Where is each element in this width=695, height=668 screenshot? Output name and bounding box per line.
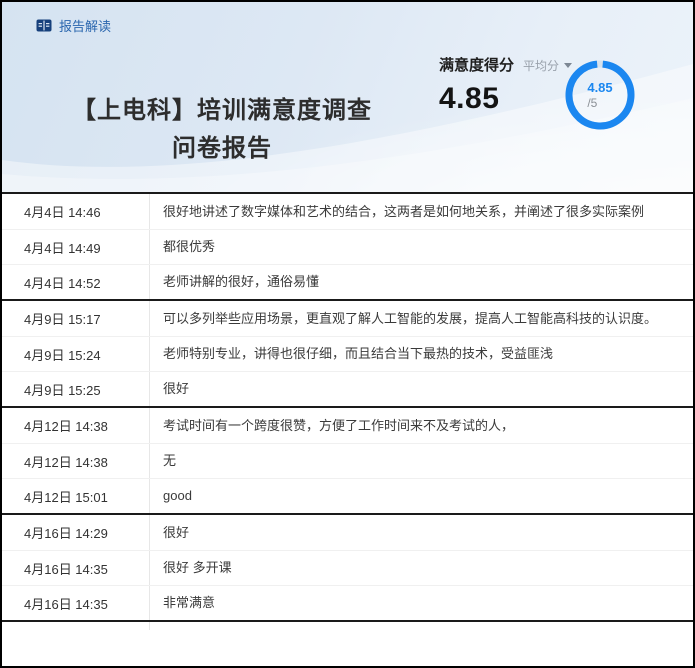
table-row: 4月4日 14:46 很好地讲述了数字媒体和艺术的结合，这两者是如何地关系，并阐… — [2, 194, 693, 229]
feedback-group-apr4: 4月4日 14:46 很好地讲述了数字媒体和艺术的结合，这两者是如何地关系，并阐… — [2, 192, 693, 299]
row-timestamp: 4月12日 15:01 — [2, 479, 150, 513]
row-timestamp: 4月16日 14:35 — [2, 551, 150, 585]
report-title-line2: 问卷报告 — [30, 130, 414, 168]
report-book-icon — [36, 19, 52, 32]
report-header: 报告解读 【上电科】培训满意度调查 问卷报告 满意度得分 平均分 4.85 — [2, 2, 693, 192]
row-comment: 考试时间有一个跨度很赞，方便了工作时间来不及考试的人， — [150, 409, 693, 443]
table-row: 4月9日 15:24 老师特别专业，讲得也很仔细，而且结合当下最热的技术，受益匪… — [2, 336, 693, 371]
report-title-line1: 【上电科】培训满意度调查 — [30, 92, 414, 130]
table-row: 4月12日 15:01 good — [2, 478, 693, 513]
row-comment: 都很优秀 — [150, 230, 693, 264]
score-mode-label: 平均分 — [523, 57, 559, 74]
report-window: 报告解读 【上电科】培训满意度调查 问卷报告 满意度得分 平均分 4.85 — [0, 0, 695, 668]
row-comment: 很好地讲述了数字媒体和艺术的结合，这两者是如何地关系，并阐述了很多实际案例 — [150, 195, 693, 229]
table-row: 4月16日 14:29 很好 — [2, 515, 693, 550]
table-row: 4月9日 15:25 很好 — [2, 371, 693, 406]
donut-score-value: 4.85 — [587, 80, 612, 96]
row-timestamp: 4月16日 14:35 — [2, 586, 150, 620]
partial-time-cell — [2, 622, 150, 630]
table-row: 4月16日 14:35 很好 多开课 — [2, 550, 693, 585]
breadcrumb-label: 报告解读 — [59, 16, 111, 35]
table-row: 4月9日 15:17 可以多列举些应用场景，更直观了解人工智能的发展，提高人工智… — [2, 301, 693, 336]
table-row: 4月4日 14:52 老师讲解的很好，通俗易懂 — [2, 264, 693, 299]
score-label: 满意度得分 — [439, 54, 514, 75]
row-comment: 很好 多开课 — [150, 551, 693, 585]
row-comment: 可以多列举些应用场景，更直观了解人工智能的发展，提高人工智能高科技的认识度。 — [150, 302, 693, 336]
row-timestamp: 4月9日 15:24 — [2, 337, 150, 371]
table-row: 4月12日 14:38 考试时间有一个跨度很赞，方便了工作时间来不及考试的人， — [2, 408, 693, 443]
row-comment: good — [150, 479, 693, 513]
feedback-table: 4月4日 14:46 很好地讲述了数字媒体和艺术的结合，这两者是如何地关系，并阐… — [2, 192, 693, 630]
row-timestamp: 4月12日 14:38 — [2, 408, 150, 443]
donut-score-denominator: /5 — [587, 96, 597, 111]
feedback-group-apr12: 4月12日 14:38 考试时间有一个跨度很赞，方便了工作时间来不及考试的人， … — [2, 406, 693, 513]
row-timestamp: 4月4日 14:49 — [2, 230, 150, 264]
row-timestamp: 4月16日 14:29 — [2, 515, 150, 550]
row-timestamp: 4月4日 14:46 — [2, 194, 150, 229]
feedback-group-apr16: 4月16日 14:29 很好 4月16日 14:35 很好 多开课 4月16日 … — [2, 513, 693, 620]
feedback-group-apr9: 4月9日 15:17 可以多列举些应用场景，更直观了解人工智能的发展，提高人工智… — [2, 299, 693, 406]
satisfaction-score-panel: 满意度得分 平均分 4.85 — [439, 54, 572, 116]
row-comment: 老师特别专业，讲得也很仔细，而且结合当下最热的技术，受益匪浅 — [150, 337, 693, 371]
row-comment: 非常满意 — [150, 586, 693, 620]
row-comment: 老师讲解的很好，通俗易懂 — [150, 265, 693, 299]
score-value: 4.85 — [439, 82, 572, 116]
breadcrumb-report-interpretation[interactable]: 报告解读 — [36, 16, 111, 35]
report-title: 【上电科】培训满意度调查 问卷报告 — [30, 92, 414, 168]
table-row: 4月12日 14:38 无 — [2, 443, 693, 478]
table-partial-row — [2, 620, 693, 630]
table-row: 4月4日 14:49 都很优秀 — [2, 229, 693, 264]
row-timestamp: 4月9日 15:17 — [2, 301, 150, 336]
row-comment: 无 — [150, 444, 693, 478]
row-timestamp: 4月9日 15:25 — [2, 372, 150, 406]
row-timestamp: 4月4日 14:52 — [2, 265, 150, 299]
row-comment: 很好 — [150, 516, 693, 550]
row-comment: 很好 — [150, 372, 693, 406]
table-row: 4月16日 14:35 非常满意 — [2, 585, 693, 620]
row-timestamp: 4月12日 14:38 — [2, 444, 150, 478]
score-donut-chart: 4.85 /5 — [564, 59, 636, 131]
